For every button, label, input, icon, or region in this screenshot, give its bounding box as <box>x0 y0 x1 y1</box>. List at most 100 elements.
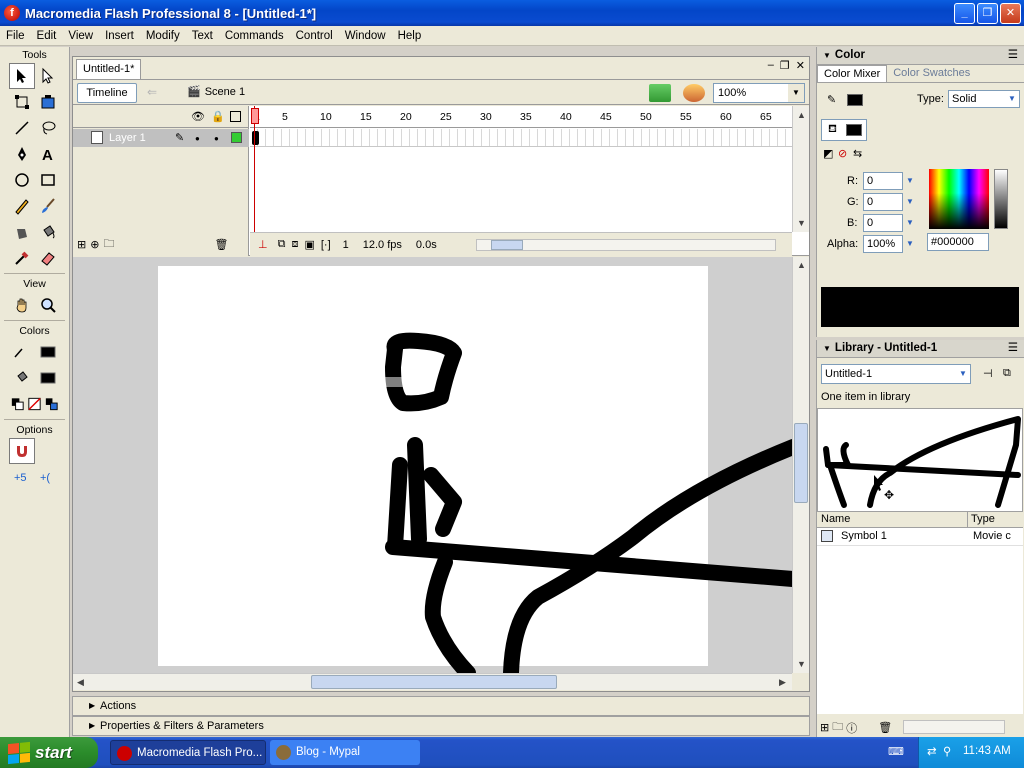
r-input[interactable]: 0 <box>863 172 903 190</box>
paint-bucket-tool[interactable] <box>35 219 61 245</box>
fill-swatch-box[interactable]: ⛾ <box>821 119 867 141</box>
pin-library-icon[interactable]: ⊣ <box>983 367 993 380</box>
doc-close-button[interactable]: ✕ <box>796 59 805 72</box>
visibility-dot[interactable]: ● <box>195 134 200 143</box>
new-folder-icon[interactable]: 🗀 <box>832 718 843 737</box>
hand-tool[interactable] <box>9 292 35 318</box>
outline-icon[interactable] <box>230 111 241 122</box>
document-tab[interactable]: Untitled-1* <box>76 59 142 79</box>
alpha-input[interactable]: 100% <box>863 235 903 253</box>
library-horizontal-scrollbar[interactable] <box>903 720 1005 734</box>
taskbar-item-browser[interactable]: Blog - Mypal <box>270 740 420 765</box>
onion-outlines-icon[interactable]: ⧈ <box>291 238 298 251</box>
add-motion-guide-icon[interactable]: ⊕ <box>90 238 99 251</box>
straighten-icon[interactable]: +( <box>35 464 61 490</box>
library-preview[interactable]: ✥ <box>817 408 1023 512</box>
stick-figure-drawing[interactable] <box>73 257 792 673</box>
swap-colors-icon[interactable] <box>43 391 60 417</box>
pen-tool[interactable] <box>9 141 35 167</box>
layer-outline-color[interactable] <box>231 132 242 143</box>
black-white-icon[interactable]: ◩ <box>823 147 833 160</box>
network-icon[interactable]: ⇄ <box>927 744 937 758</box>
lock-dot[interactable]: ● <box>214 134 219 143</box>
rectangle-tool[interactable] <box>35 167 61 193</box>
menu-file[interactable]: File <box>0 30 31 42</box>
type-select[interactable]: Solid ▼ <box>948 90 1020 108</box>
delete-item-icon[interactable]: 🗑 <box>878 721 892 734</box>
properties-panel-header[interactable]: ▶ Properties & Filters & Parameters <box>72 716 810 736</box>
start-button[interactable]: start <box>0 737 98 768</box>
menu-edit[interactable]: Edit <box>31 30 63 42</box>
selection-tool[interactable] <box>8 63 35 89</box>
fill-color-icon[interactable] <box>9 365 35 391</box>
stage-area[interactable] <box>73 257 792 673</box>
tab-color-swatches[interactable]: Color Swatches <box>887 65 976 82</box>
line-tool[interactable] <box>9 115 35 141</box>
edit-multiple-frames-icon[interactable]: ▣ <box>304 238 314 251</box>
properties-icon[interactable]: ⓘ <box>846 720 857 736</box>
b-dropdown-icon[interactable]: ▼ <box>904 216 916 230</box>
zoom-tool[interactable] <box>35 292 61 318</box>
pencil-tool[interactable] <box>9 193 35 219</box>
back-arrow-icon[interactable]: ⇐ <box>147 85 157 99</box>
edit-symbols-icon[interactable] <box>683 84 705 102</box>
menu-view[interactable]: View <box>62 30 99 42</box>
clock[interactable]: 11:43 AM <box>963 745 1011 757</box>
g-dropdown-icon[interactable]: ▼ <box>904 195 916 209</box>
center-frame-icon[interactable]: ⊥ <box>258 238 268 251</box>
onion-skin-icon[interactable]: ⧉ <box>278 238 286 251</box>
stroke-color-icon[interactable] <box>9 339 35 365</box>
edit-scene-icon[interactable] <box>649 84 671 102</box>
fill-swatch[interactable] <box>846 124 862 136</box>
eraser-tool[interactable] <box>35 245 61 271</box>
zoom-select[interactable]: 100% ▼ <box>713 83 805 103</box>
doc-minimize-button[interactable]: – <box>768 59 774 72</box>
doc-restore-button[interactable]: ❐ <box>780 59 790 72</box>
brush-tool[interactable] <box>35 193 61 219</box>
stage-horizontal-scrollbar[interactable]: ◀ ▶ <box>73 673 792 690</box>
layer-row[interactable]: Layer 1 ✎ ● ● <box>73 129 249 147</box>
subselection-tool[interactable] <box>35 63 61 89</box>
playhead[interactable] <box>254 106 255 234</box>
keyboard-icon[interactable]: ⌨ <box>888 745 904 758</box>
scene-breadcrumb[interactable]: 🎬 Scene 1 <box>187 85 245 99</box>
frame-row[interactable] <box>250 129 792 147</box>
menu-control[interactable]: Control <box>290 30 339 42</box>
no-color-icon[interactable] <box>26 391 43 417</box>
fill-color-swatch[interactable] <box>35 365 61 391</box>
eye-icon[interactable]: 👁 <box>191 110 205 123</box>
search-icon[interactable]: ⚲ <box>943 744 951 758</box>
insert-layer-icon[interactable]: ⊞ <box>77 238 86 251</box>
menu-commands[interactable]: Commands <box>219 30 290 42</box>
ink-bottle-tool[interactable] <box>9 219 35 245</box>
type-column-header[interactable]: Type <box>971 512 995 527</box>
new-symbol-icon[interactable]: ⊞ <box>820 721 829 734</box>
hex-input[interactable]: #000000 <box>927 233 989 251</box>
frames-area[interactable]: 1 5 10 15 20 25 30 35 40 45 50 55 60 65 <box>250 106 792 256</box>
library-item-row[interactable]: Symbol 1 Movie c <box>817 528 1023 546</box>
stroke-swatch[interactable] <box>847 94 863 106</box>
menu-insert[interactable]: Insert <box>99 30 140 42</box>
text-tool[interactable]: A <box>35 141 61 167</box>
alpha-dropdown-icon[interactable]: ▼ <box>904 237 916 251</box>
minimize-button[interactable]: _ <box>954 3 975 24</box>
name-column-header[interactable]: Name <box>821 512 850 527</box>
menu-modify[interactable]: Modify <box>140 30 186 42</box>
insert-folder-icon[interactable]: 🗀 <box>103 235 114 254</box>
timeline-toggle-button[interactable]: Timeline <box>77 83 137 103</box>
tab-color-mixer[interactable]: Color Mixer <box>817 65 888 82</box>
eyedropper-tool[interactable] <box>9 245 35 271</box>
stage-vertical-scrollbar[interactable]: ▲ ▼ <box>792 257 809 673</box>
swap-colors-icon[interactable]: ⇆ <box>853 147 862 160</box>
playhead-handle[interactable] <box>251 108 259 124</box>
panel-menu-icon[interactable]: ☰ <box>1008 47 1018 64</box>
brightness-slider[interactable] <box>994 169 1008 229</box>
fill-transform-tool[interactable] <box>35 89 61 115</box>
oval-tool[interactable] <box>9 167 35 193</box>
close-button[interactable]: ✕ <box>1000 3 1021 24</box>
free-transform-tool[interactable] <box>9 89 35 115</box>
color-spectrum[interactable] <box>929 169 989 229</box>
timeline-vertical-scrollbar[interactable]: ▲ ▼ <box>792 106 809 232</box>
delete-layer-icon[interactable]: 🗑 <box>214 238 228 251</box>
frame-ruler[interactable]: 1 5 10 15 20 25 30 35 40 45 50 55 60 65 <box>250 106 792 128</box>
